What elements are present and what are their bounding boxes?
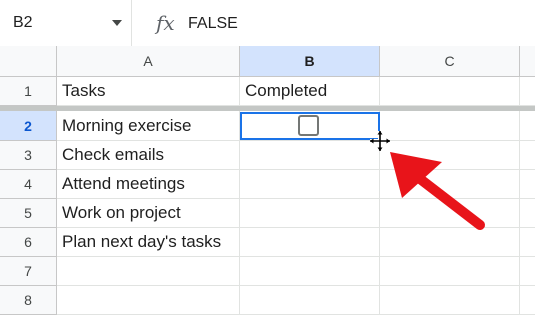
cell-text: Completed: [245, 81, 328, 100]
annotation-arrow-icon: [390, 152, 485, 230]
cell-b6[interactable]: [240, 228, 380, 257]
cell-text: Check emails: [62, 145, 165, 164]
column-header-a[interactable]: A: [57, 46, 240, 77]
checkbox[interactable]: [298, 115, 319, 136]
cell-b8[interactable]: [240, 286, 380, 315]
table-row: 1 Tasks Completed: [0, 77, 535, 106]
cell-a1[interactable]: Tasks: [57, 77, 240, 106]
table-row: 7: [0, 257, 535, 286]
cell-a6[interactable]: Plan next day's tasks: [57, 228, 240, 257]
cell-text: Plan next day's tasks: [62, 232, 222, 251]
cell-text: Morning exercise: [62, 116, 192, 135]
row-header[interactable]: 2: [0, 111, 57, 141]
cell-a4[interactable]: Attend meetings: [57, 170, 240, 199]
cell-d5[interactable]: [520, 199, 535, 228]
row-header[interactable]: 5: [0, 199, 57, 228]
cell-d1[interactable]: [520, 77, 535, 106]
table-row: 8: [0, 286, 535, 315]
cell-d8[interactable]: [520, 286, 535, 315]
cell-text: Tasks: [62, 81, 106, 100]
row-header[interactable]: 6: [0, 228, 57, 257]
cell-b4[interactable]: [240, 170, 380, 199]
formula-bar: B2 fx FALSE: [0, 0, 535, 47]
fx-icon: fx: [156, 11, 175, 35]
cell-b3[interactable]: [240, 141, 380, 170]
cell-c1[interactable]: [380, 77, 520, 106]
cell-d3[interactable]: [520, 141, 535, 170]
cell-d7[interactable]: [520, 257, 535, 286]
cell-text: Work on project: [62, 203, 181, 222]
row-header[interactable]: 8: [0, 286, 57, 315]
cell-d2[interactable]: [520, 111, 535, 141]
cell-reference: B2: [13, 14, 33, 31]
cell-b1[interactable]: Completed: [240, 77, 380, 106]
column-header-d[interactable]: [520, 46, 535, 77]
name-box[interactable]: B2: [0, 0, 132, 46]
formula-input[interactable]: FALSE: [188, 15, 238, 33]
cell-c8[interactable]: [380, 286, 520, 315]
row-header[interactable]: 4: [0, 170, 57, 199]
cell-b7[interactable]: [240, 257, 380, 286]
cell-a7[interactable]: [57, 257, 240, 286]
cell-c7[interactable]: [380, 257, 520, 286]
cell-d6[interactable]: [520, 228, 535, 257]
select-all-corner[interactable]: [0, 46, 57, 77]
column-header-b[interactable]: B: [240, 46, 380, 77]
row-header[interactable]: 3: [0, 141, 57, 170]
row-header[interactable]: 7: [0, 257, 57, 286]
column-header-row: A B C: [0, 46, 535, 77]
cell-b5[interactable]: [240, 199, 380, 228]
cell-a5[interactable]: Work on project: [57, 199, 240, 228]
dropdown-arrow-icon[interactable]: [112, 20, 122, 26]
cell-d4[interactable]: [520, 170, 535, 199]
column-header-c[interactable]: C: [380, 46, 520, 77]
cell-c2[interactable]: [380, 111, 520, 141]
cell-a2[interactable]: Morning exercise: [57, 111, 240, 141]
cell-a8[interactable]: [57, 286, 240, 315]
row-header[interactable]: 1: [0, 77, 57, 106]
cell-text: Attend meetings: [62, 174, 185, 193]
cell-a3[interactable]: Check emails: [57, 141, 240, 170]
